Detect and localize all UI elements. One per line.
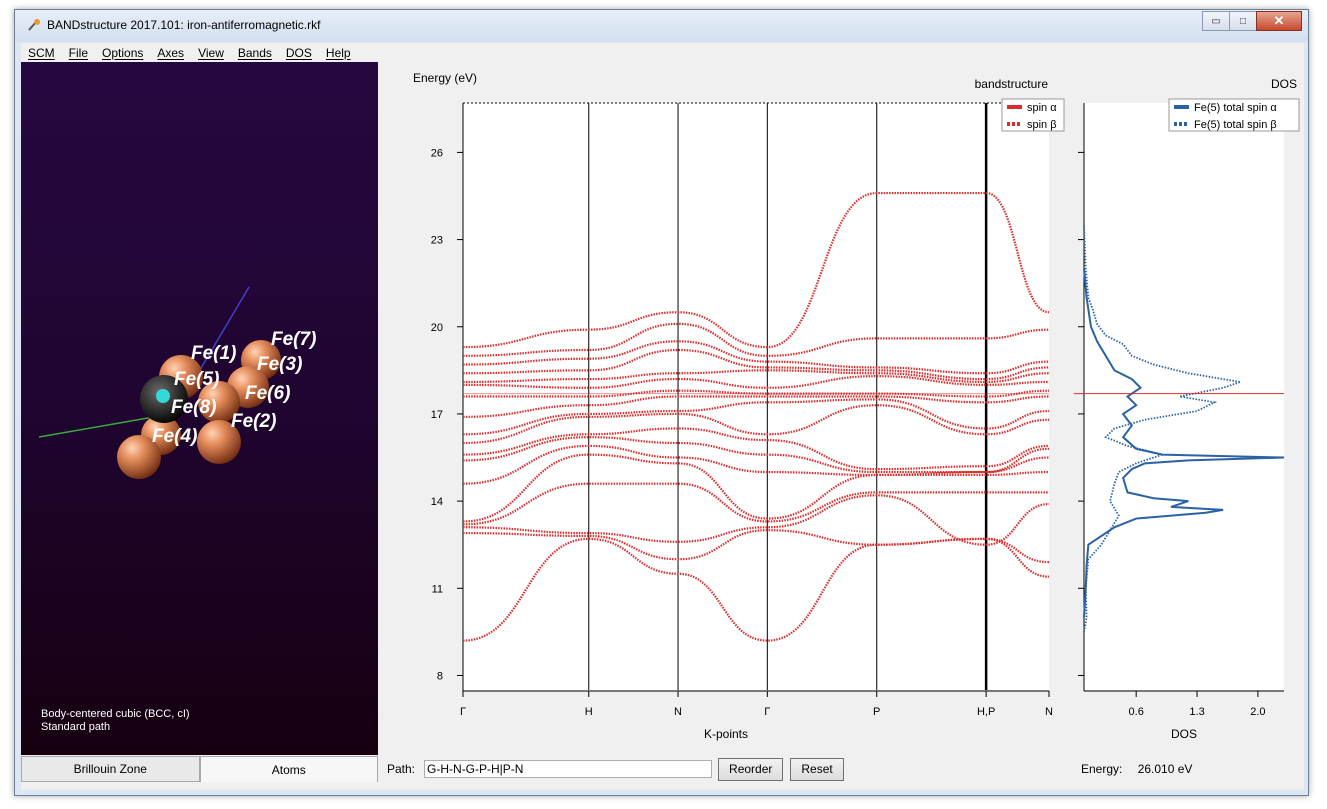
lattice-type: Body-centered cubic (BCC, cI) (41, 708, 190, 720)
tab-brillouin-zone[interactable]: Brillouin Zone (21, 756, 200, 782)
kpoint-label: N (674, 706, 682, 718)
dos-panel[interactable]: 0.6 1.3 2.0 DOS DOS Fe(5) total spin α Fe(… (1074, 64, 1304, 754)
viewer-canvas[interactable]: Fe(7) Fe(1) Fe(3) Fe(5) Fe(6) Fe(8) Fe(2… (21, 62, 378, 755)
structure-viewer[interactable]: Fe(7) Fe(1) Fe(3) Fe(5) Fe(6) Fe(8) Fe(2… (21, 62, 378, 755)
path-bar: Path: Reorder Reset (382, 756, 844, 782)
atom-label[interactable]: Fe(3) (257, 354, 302, 375)
menu-view[interactable]: View (191, 46, 231, 60)
viewer-tabs: Brillouin Zone Atoms (21, 756, 378, 782)
dos-x-tick-label: 0.6 (1129, 706, 1144, 718)
dos-legend: Fe(5) total spin α Fe(5) total spin β (1168, 98, 1300, 132)
y-tick-label: 26 (431, 147, 443, 159)
y-tick-label: 17 (431, 409, 443, 421)
close-button[interactable]: ✕ (1256, 11, 1302, 31)
y-tick-label: 14 (431, 496, 443, 508)
atom-label[interactable]: Fe(7) (271, 329, 316, 350)
path-type: Standard path (41, 721, 111, 733)
title-bar[interactable]: BANDstructure 2017.101: iron-antiferroma… (15, 10, 1308, 42)
atom-label[interactable]: Fe(1) (191, 343, 236, 364)
app-window: BANDstructure 2017.101: iron-antiferroma… (14, 9, 1309, 796)
kpoint-label: H,P (977, 706, 995, 718)
atom-label[interactable]: Fe(2) (231, 411, 276, 432)
path-input[interactable] (424, 760, 713, 778)
energy-status: Energy: 26.010 eV (1081, 762, 1192, 776)
y-tick-label: 11 (432, 583, 443, 595)
bandstructure-panel[interactable]: 8 11 14 17 20 23 26 Γ H N Γ P H,P N Energy (eV) band… (382, 64, 1070, 754)
x-axis-label: K-points (704, 727, 748, 741)
energy-value: 26.010 eV (1137, 762, 1193, 776)
atom-label[interactable]: Fe(6) (245, 383, 290, 404)
chart-title: bandstructure (975, 77, 1049, 91)
menu-file[interactable]: File (62, 46, 95, 60)
app-icon (28, 19, 40, 31)
reorder-button[interactable]: Reorder (718, 757, 784, 781)
dos-legend-label-beta: Fe(5) total spin β (1194, 119, 1277, 131)
y-tick-label: 20 (431, 322, 443, 334)
kpoint-label: N (1045, 706, 1053, 718)
minimize-button[interactable]: ▭ (1202, 11, 1230, 31)
reset-button[interactable]: Reset (790, 757, 844, 781)
menu-dos[interactable]: DOS (279, 46, 319, 60)
kpoint-label: Γ (460, 706, 466, 718)
menu-bar: SCM File Options Axes View Bands DOS Hel… (21, 43, 1304, 62)
lattice-info: Body-centered cubic (BCC, cI) Standard p… (41, 708, 190, 734)
y-tick-label: 8 (437, 670, 443, 682)
kpoint-label: H (585, 706, 593, 718)
y-axis-label: Energy (eV) (413, 71, 477, 85)
window-title: BANDstructure 2017.101: iron-antiferroma… (47, 18, 321, 32)
menu-help[interactable]: Help (319, 46, 358, 60)
dos-x-tick-label: 2.0 (1250, 706, 1265, 718)
kpoint-label: P (873, 706, 880, 718)
menu-options[interactable]: Options (95, 46, 150, 60)
y-tick-label: 23 (431, 235, 443, 247)
legend-label-alpha: spin α (1027, 102, 1057, 114)
energy-label: Energy: (1081, 762, 1123, 776)
dos-legend-label-alpha: Fe(5) total spin α (1194, 102, 1277, 114)
menu-scm[interactable]: SCM (21, 46, 62, 60)
legend: spin α spin β (1001, 98, 1065, 132)
menu-axes[interactable]: Axes (150, 46, 191, 60)
atom-label[interactable]: Fe(5) (174, 369, 219, 390)
atom-label[interactable]: Fe(8) (171, 397, 216, 418)
atom-label[interactable]: Fe(4) (152, 426, 197, 447)
dos-title: DOS (1271, 77, 1297, 91)
kpoint-label: Γ (764, 706, 770, 718)
path-label: Path: (387, 762, 416, 776)
bandstructure-chart[interactable]: 8 11 14 17 20 23 26 Γ H N Γ P H,P N Energy (eV) band… (382, 64, 1070, 754)
tab-atoms[interactable]: Atoms (199, 756, 378, 782)
maximize-button[interactable]: □ (1229, 11, 1257, 31)
menu-bands[interactable]: Bands (231, 46, 279, 60)
atom-highlight (156, 389, 170, 403)
dos-x-label: DOS (1171, 727, 1197, 741)
dos-x-tick-label: 1.3 (1189, 706, 1204, 718)
legend-label-beta: spin β (1027, 119, 1057, 131)
dos-chart[interactable]: 0.6 1.3 2.0 DOS DOS Fe(5) total spin α Fe(… (1074, 64, 1304, 754)
